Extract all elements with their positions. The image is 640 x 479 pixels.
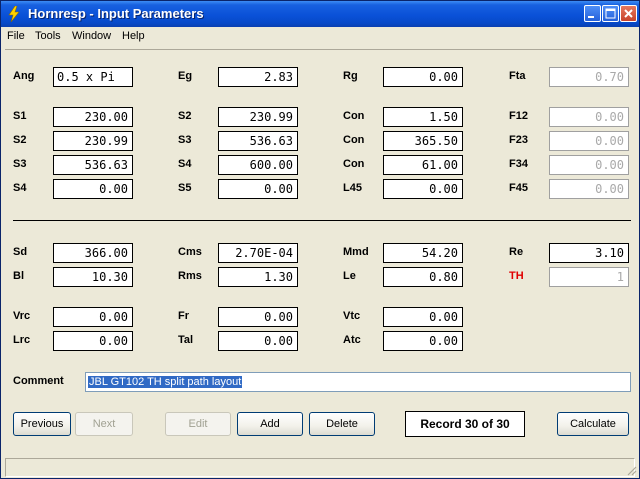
resize-grip-icon[interactable] (625, 464, 637, 476)
param-label: Lrc (13, 334, 31, 346)
param-input-f34: 0.00 (549, 155, 629, 175)
param-label: S1 (13, 110, 27, 122)
close-icon[interactable] (620, 5, 637, 22)
param-label: Cms (178, 246, 202, 258)
param-input-fr[interactable]: 0.00 (218, 307, 298, 327)
param-label: S3 (13, 158, 27, 170)
param-label: Fr (178, 310, 189, 322)
param-input-rg[interactable]: 0.00 (383, 67, 463, 87)
comment-input[interactable]: JBL GT102 TH split path layout (85, 372, 631, 392)
param-label: Re (509, 246, 524, 258)
param-input-le[interactable]: 0.80 (383, 267, 463, 287)
param-label: Ang (13, 70, 35, 82)
param-label: Eg (178, 70, 193, 82)
lightning-app-icon[interactable] (6, 5, 22, 23)
param-label: L45 (343, 182, 362, 194)
param-input-s2[interactable]: 230.99 (53, 131, 133, 151)
menu-tools[interactable]: Tools (35, 30, 61, 42)
param-label: Rg (343, 70, 358, 82)
param-input-eg[interactable]: 2.83 (218, 67, 298, 87)
param-label: S3 (178, 134, 192, 146)
param-input-con1[interactable]: 1.50 (383, 107, 463, 127)
main-window: Hornresp - Input Parameters File Tools W… (0, 0, 640, 479)
param-input-sd[interactable]: 366.00 (53, 243, 133, 263)
menu-file[interactable]: File (7, 30, 25, 42)
param-label: Mmd (343, 246, 369, 258)
param-input-s3[interactable]: 536.63 (53, 155, 133, 175)
param-input-re[interactable]: 3.10 (549, 243, 629, 263)
add-button[interactable]: Add (237, 412, 303, 436)
param-label: F34 (509, 158, 528, 170)
next-button[interactable]: Next (75, 412, 133, 436)
param-input-f23: 0.00 (549, 131, 629, 151)
param-input-s4[interactable]: 0.00 (53, 179, 133, 199)
param-input-f45: 0.00 (549, 179, 629, 199)
edit-button[interactable]: Edit (165, 412, 231, 436)
param-label: S4 (13, 182, 27, 194)
param-input-ang[interactable]: 0.5 x Pi (53, 67, 133, 87)
comment-label: Comment (13, 375, 64, 387)
param-input-atc[interactable]: 0.00 (383, 331, 463, 351)
param-input-mmd[interactable]: 54.20 (383, 243, 463, 263)
param-label: Con (343, 110, 365, 122)
param-input-s2[interactable]: 230.99 (218, 107, 298, 127)
param-input-s1[interactable]: 230.00 (53, 107, 133, 127)
delete-button[interactable]: Delete (309, 412, 375, 436)
param-label: Vrc (13, 310, 31, 322)
param-label: Atc (343, 334, 361, 346)
param-input-l45[interactable]: 0.00 (383, 179, 463, 199)
status-bar (5, 458, 635, 477)
comment-selected-text: JBL GT102 TH split path layout (88, 376, 243, 388)
param-label-th: TH (509, 270, 524, 282)
param-label: Vtc (343, 310, 361, 322)
param-input-f12: 0.00 (549, 107, 629, 127)
param-label: Rms (178, 270, 202, 282)
param-input-vrc[interactable]: 0.00 (53, 307, 133, 327)
window-title: Hornresp - Input Parameters (28, 6, 204, 21)
param-label: Sd (13, 246, 28, 258)
record-indicator: Record 30 of 30 (405, 411, 525, 437)
param-input-s5[interactable]: 0.00 (218, 179, 298, 199)
param-label: S2 (13, 134, 27, 146)
title-bar[interactable]: Hornresp - Input Parameters (1, 1, 639, 27)
param-label: F45 (509, 182, 528, 194)
param-input-bl[interactable]: 10.30 (53, 267, 133, 287)
param-label: Bl (13, 270, 24, 282)
param-input-rms[interactable]: 1.30 (218, 267, 298, 287)
param-input-fta: 0.70 (549, 67, 629, 87)
param-input-tal[interactable]: 0.00 (218, 331, 298, 351)
menu-window[interactable]: Window (72, 30, 111, 42)
menu-help[interactable]: Help (122, 30, 145, 42)
param-label: F23 (509, 134, 528, 146)
section-divider (13, 220, 631, 221)
param-input-vtc[interactable]: 0.00 (383, 307, 463, 327)
param-label: S5 (178, 182, 192, 194)
param-input-con2[interactable]: 365.50 (383, 131, 463, 151)
param-input-s4[interactable]: 600.00 (218, 155, 298, 175)
param-label: Con (343, 134, 365, 146)
param-label: Con (343, 158, 365, 170)
param-input-con3[interactable]: 61.00 (383, 155, 463, 175)
param-input-th: 1 (549, 267, 629, 287)
param-input-s3[interactable]: 536.63 (218, 131, 298, 151)
param-label: Le (343, 270, 356, 282)
param-input-lrc[interactable]: 0.00 (53, 331, 133, 351)
previous-button[interactable]: Previous (13, 412, 71, 436)
calculate-button[interactable]: Calculate (557, 412, 629, 436)
minimize-icon[interactable] (584, 5, 601, 22)
param-label: Tal (178, 334, 194, 346)
param-label: Fta (509, 70, 526, 82)
maximize-icon[interactable] (602, 5, 619, 22)
param-label: S4 (178, 158, 192, 170)
param-input-cms[interactable]: 2.70E-04 (218, 243, 298, 263)
menu-bar: File Tools Window Help (1, 27, 639, 47)
param-label: S2 (178, 110, 192, 122)
param-label: F12 (509, 110, 528, 122)
